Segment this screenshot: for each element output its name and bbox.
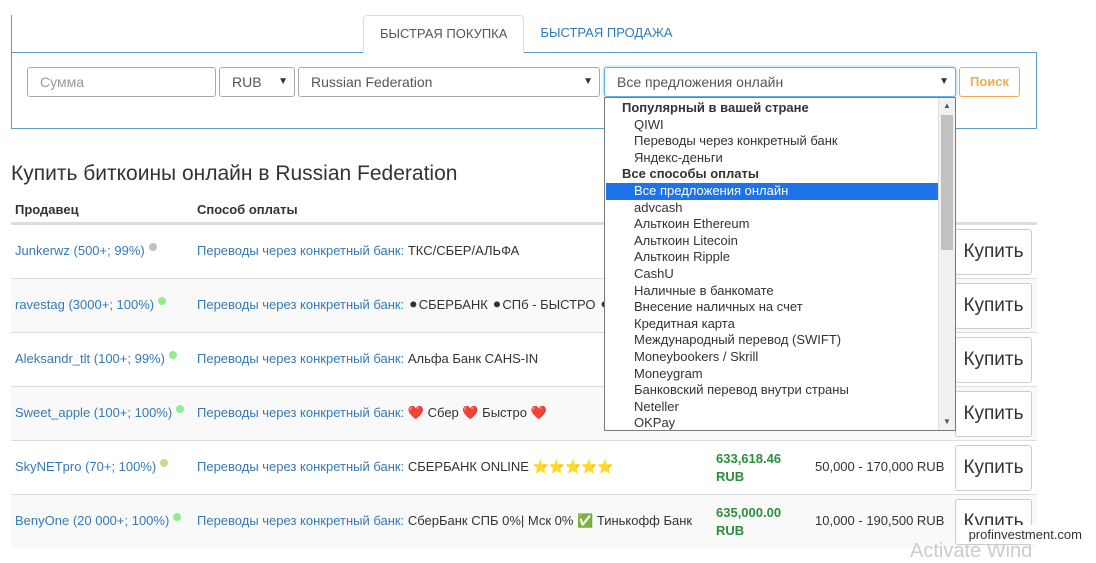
dropdown-list: Популярный в вашей стране QIWI Переводы … xyxy=(606,100,939,430)
payment-method-link[interactable]: Переводы через конкретный банк: xyxy=(197,405,404,420)
payment-detail: Альфа Банк CAHS-IN xyxy=(407,351,539,366)
dropdown-option[interactable]: advcash xyxy=(606,200,939,217)
payment-method-link[interactable]: Переводы через конкретный банк: xyxy=(197,513,404,528)
payment-cell: Переводы через конкретный банк: СБЕРБАНК… xyxy=(197,459,614,475)
seller-link[interactable]: SkyNETpro (70+; 100%) xyxy=(15,459,169,474)
status-dot-icon xyxy=(148,243,157,251)
chevron-down-icon: ▼ xyxy=(278,76,288,87)
payment-cell: Переводы через конкретный банк: ТКС/СБЕР… xyxy=(197,243,519,258)
header-payment: Способ оплаты xyxy=(197,202,298,217)
buy-button[interactable]: Купить xyxy=(955,337,1032,383)
payment-detail: ТКС/СБЕР/АЛЬФА xyxy=(407,243,520,258)
seller-link[interactable]: Junkerwz (500+; 99%) xyxy=(15,243,157,258)
price-value: 635,000.00 RUB xyxy=(716,505,782,538)
seller-link[interactable]: Aleksandr_tlt (100+; 99%) xyxy=(15,351,177,366)
dropdown-option[interactable]: Альткоин Ripple xyxy=(606,249,939,266)
dropdown-option[interactable]: Neteller xyxy=(606,399,939,416)
scroll-down-icon[interactable]: ▼ xyxy=(939,414,955,430)
buy-button[interactable]: Купить xyxy=(955,391,1032,437)
table-row: BenyOne (20 000+; 100%) Переводы через к… xyxy=(11,494,1037,548)
country-select[interactable]: Russian Federation ▼ xyxy=(298,67,600,97)
chevron-down-icon: ▼ xyxy=(939,76,949,87)
payment-cell: Переводы через конкретный банк: СберБанк… xyxy=(197,513,692,529)
dropdown-option[interactable]: Международный перевод (SWIFT) xyxy=(606,332,939,349)
limits-value: 10,000 - 190,500 RUB xyxy=(815,513,945,528)
dropdown-option[interactable]: Переводы через конкретный банк xyxy=(606,133,939,150)
seller-link[interactable]: Sweet_apple (100+; 100%) xyxy=(15,405,185,420)
payment-method-link[interactable]: Переводы через конкретный банк: xyxy=(197,297,404,312)
dropdown-option[interactable]: Альткоин Litecoin xyxy=(606,233,939,250)
payment-detail: ❤️ Сбер ❤️ Быстро ❤️ xyxy=(407,405,547,420)
scroll-up-icon[interactable]: ▲ xyxy=(939,98,955,114)
country-value: Russian Federation xyxy=(311,74,433,90)
dropdown-option[interactable]: QIWI xyxy=(606,117,939,134)
panel-left-edge xyxy=(11,15,12,53)
scrollbar-thumb[interactable] xyxy=(941,115,953,250)
price-value: 633,618.46 RUB xyxy=(716,451,782,484)
dropdown-option[interactable]: Яндекс-деньги xyxy=(606,150,939,167)
dropdown-option[interactable]: Наличные в банкомате xyxy=(606,283,939,300)
dropdown-option[interactable]: OKPay xyxy=(606,415,939,430)
tab-quick-buy[interactable]: БЫСТРАЯ ПОКУПКА xyxy=(363,15,525,53)
payment-cell: Переводы через конкретный банк: Альфа Ба… xyxy=(197,351,538,366)
dropdown-option-selected[interactable]: Все предложения онлайн xyxy=(606,182,939,200)
watermark: profinvestment.com xyxy=(958,525,1096,544)
payment-method-link[interactable]: Переводы через конкретный банк: xyxy=(197,459,404,474)
amount-input[interactable]: Сумма xyxy=(27,67,216,97)
status-dot-icon xyxy=(168,351,177,359)
dropdown-option[interactable]: Банковский перевод внутри страны xyxy=(606,382,939,399)
dropdown-option[interactable]: Кредитная карта xyxy=(606,316,939,333)
tab-quick-sell[interactable]: БЫСТРАЯ ПРОДАЖА xyxy=(524,15,688,53)
chevron-down-icon: ▼ xyxy=(583,76,593,87)
limits-value: 50,000 - 170,000 RUB xyxy=(815,459,945,474)
currency-select[interactable]: RUB ▼ xyxy=(219,67,295,97)
buy-button[interactable]: Купить xyxy=(955,283,1032,329)
buy-button[interactable]: Купить xyxy=(955,445,1032,491)
buy-button[interactable]: Купить xyxy=(955,229,1032,275)
dropdown-group-label: Популярный в вашей стране xyxy=(622,100,809,115)
payment-cell: Переводы через конкретный банк: ⚫СБЕРБАН… xyxy=(197,297,610,313)
payment-detail: ⚫СБЕРБАНК ⚫СПб - БЫСТРО ⚫ xyxy=(407,297,611,312)
dropdown-option[interactable]: Альткоин Ethereum xyxy=(606,216,939,233)
payment-detail: СБЕРБАНК ONLINE ⭐⭐⭐⭐⭐ xyxy=(407,459,614,474)
dropdown-option[interactable]: CashU xyxy=(606,266,939,283)
payment-detail: СберБанк СПБ 0%| Мск 0% ✅ Тинькофф Банк xyxy=(407,513,693,528)
header-seller: Продавец xyxy=(15,202,79,217)
dropdown-option[interactable]: Moneygram xyxy=(606,366,939,383)
dropdown-option[interactable]: Внесение наличных на счет xyxy=(606,299,939,316)
page-title: Купить биткоины онлайн в Russian Federat… xyxy=(11,162,458,185)
status-dot-icon xyxy=(160,459,169,467)
payment-method-select[interactable]: Все предложения онлайн ▼ xyxy=(604,67,956,97)
seller-link[interactable]: ravestag (3000+; 100%) xyxy=(15,297,167,312)
payment-method-link[interactable]: Переводы через конкретный банк: xyxy=(197,351,404,366)
status-dot-icon xyxy=(176,405,185,413)
dropdown-scrollbar[interactable]: ▲ ▼ xyxy=(938,98,955,430)
tab-bar: БЫСТРАЯ ПОКУПКА БЫСТРАЯ ПРОДАЖА xyxy=(363,15,689,53)
dropdown-group-label: Все способы оплаты xyxy=(622,166,759,182)
payment-method-dropdown: Популярный в вашей стране QIWI Переводы … xyxy=(604,97,956,431)
search-button[interactable]: Поиск xyxy=(959,67,1020,97)
dropdown-option[interactable]: Moneybookers / Skrill xyxy=(606,349,939,366)
payment-method-value: Все предложения онлайн xyxy=(617,74,784,90)
payment-method-link[interactable]: Переводы через конкретный банк: xyxy=(197,243,404,258)
seller-link[interactable]: BenyOne (20 000+; 100%) xyxy=(15,513,182,528)
payment-cell: Переводы через конкретный банк: ❤️ Сбер … xyxy=(197,405,547,421)
status-dot-icon xyxy=(158,297,167,305)
table-row: SkyNETpro (70+; 100%) Переводы через кон… xyxy=(11,440,1037,494)
status-dot-icon xyxy=(173,513,182,521)
currency-value: RUB xyxy=(232,74,262,90)
